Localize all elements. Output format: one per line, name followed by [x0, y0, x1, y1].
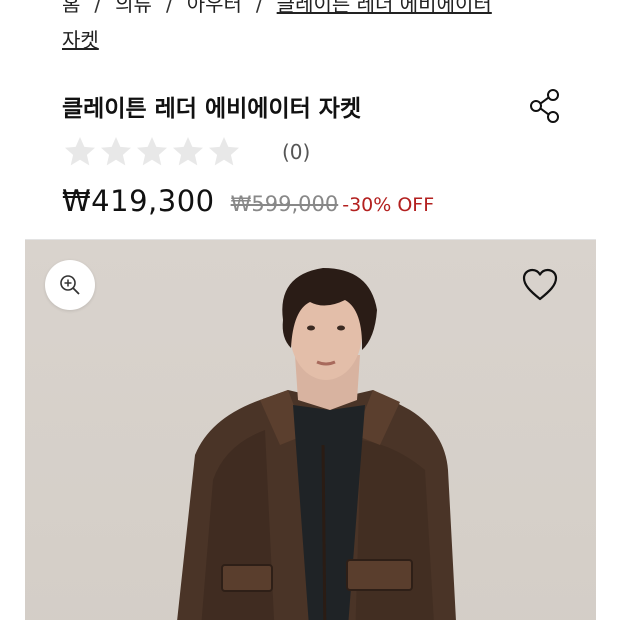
star-icon [209, 137, 239, 166]
rating-stars[interactable] [62, 134, 242, 170]
breadcrumb-separator: / [94, 0, 102, 16]
breadcrumb-item-clothing[interactable]: 의류 [115, 0, 152, 16]
heart-icon [522, 268, 558, 301]
share-button[interactable] [528, 88, 562, 124]
review-count[interactable]: (0) [282, 140, 310, 164]
breadcrumb-item-current[interactable]: 클레이튼 레더 에비에이터 [277, 0, 492, 16]
star-icon [137, 137, 167, 166]
original-price: ₩599,000 [230, 192, 339, 216]
breadcrumb-item-outer[interactable]: 아우터 [187, 0, 242, 16]
product-image[interactable] [25, 239, 596, 620]
product-photo [177, 268, 456, 620]
rating-row: (0) [62, 134, 310, 170]
zoom-button[interactable] [45, 260, 95, 310]
breadcrumb-item-home[interactable]: 홈 [62, 0, 80, 16]
discount-badge: -30% OFF [342, 194, 435, 216]
star-icon [173, 137, 203, 166]
breadcrumb-separator: / [255, 0, 263, 16]
price-row: ₩419,300 ₩599,000 -30% OFF [62, 184, 434, 218]
zoom-in-icon [60, 275, 80, 295]
breadcrumb-item-current-line2[interactable]: 자켓 [62, 28, 99, 52]
breadcrumb-separator: / [165, 0, 173, 16]
breadcrumb: 홈 / 의류 / 아우터 / 클레이튼 레더 에비에이터 자켓 [62, 0, 582, 58]
page-title: 클레이튼 레더 에비에이터 자켓 [62, 96, 362, 122]
share-icon [530, 89, 559, 123]
sale-price: ₩419,300 [62, 184, 215, 218]
star-icon [65, 137, 95, 166]
title-row: 클레이튼 레더 에비에이터 자켓 [62, 88, 562, 124]
star-icon [101, 137, 131, 166]
wishlist-button[interactable] [522, 268, 558, 302]
